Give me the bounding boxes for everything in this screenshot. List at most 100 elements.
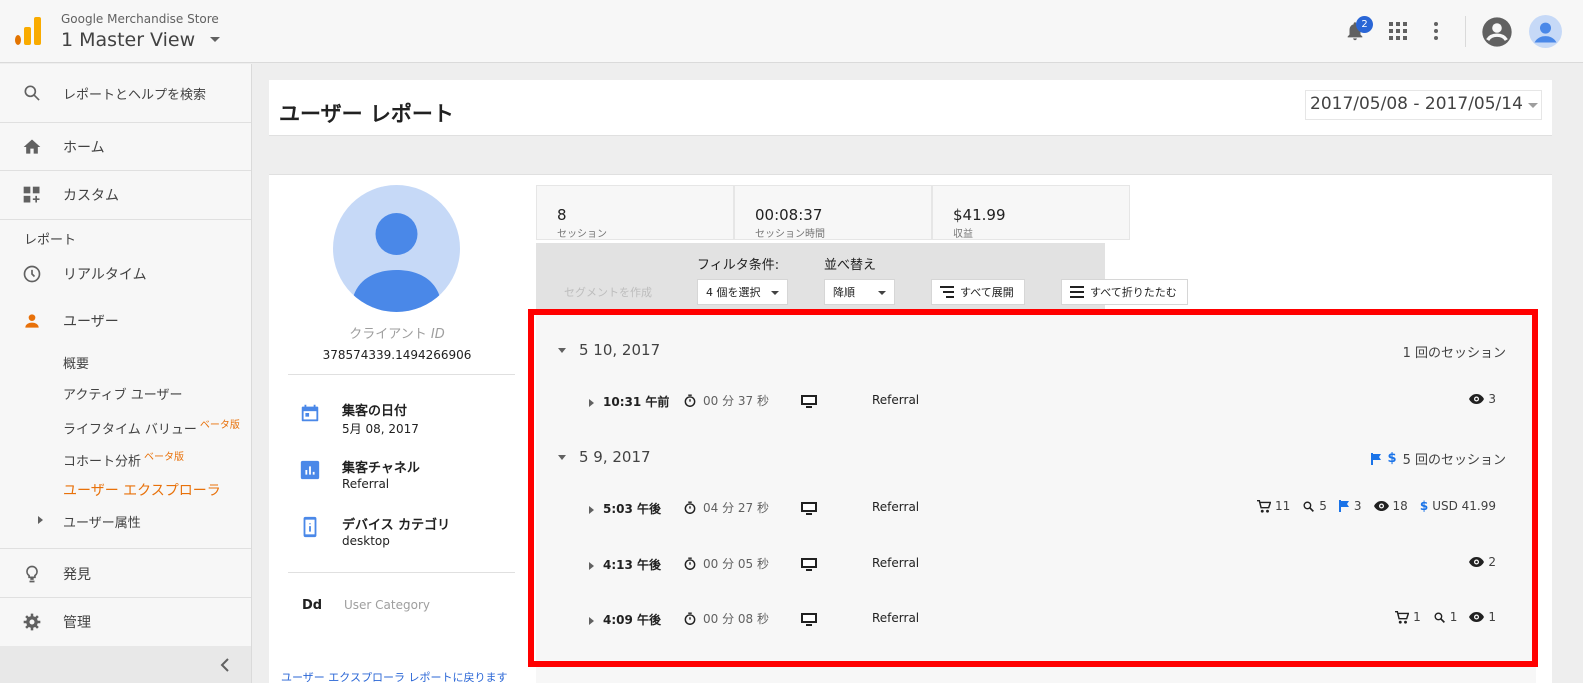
chevron-down-icon — [771, 291, 779, 295]
sidebar: レポートとヘルプを検索 ホーム カスタム レポート リアルタイム ユーザー 概要… — [0, 64, 252, 683]
divider — [0, 122, 251, 123]
account-circle-icon[interactable] — [1481, 16, 1513, 48]
device-category-value: desktop — [342, 534, 390, 548]
sidebar-sub-cohort[interactable]: コホート分析 ベータ版 — [63, 448, 184, 469]
stat-sessions: 8 セッション — [536, 185, 734, 240]
sidebar-sub-lifetime-value[interactable]: ライフタイム バリュー ベータ版 — [63, 416, 240, 437]
sidebar-sub-label: コホート分析 — [63, 454, 142, 470]
notification-count-badge: 2 — [1356, 16, 1373, 33]
stat-value: $41.99 — [953, 206, 1006, 224]
sidebar-sub-user-explorer[interactable]: ユーザー エクスプローラ — [63, 480, 221, 500]
id-label: ID — [430, 327, 445, 342]
beta-badge: ベータ版 — [199, 420, 240, 431]
reports-section-label: レポート — [24, 233, 77, 248]
person-icon — [25, 314, 39, 328]
dd-label: Dd — [302, 598, 323, 613]
create-segment-button[interactable]: セグメントを作成 — [556, 279, 660, 305]
sidebar-item-label: ユーザー — [63, 314, 119, 330]
acquisition-channel-value: Referral — [342, 477, 390, 491]
stat-revenue: $41.99 収益 — [932, 185, 1130, 240]
sidebar-item-label: リアルタイム — [63, 267, 147, 283]
sort-value: 降順 — [833, 286, 855, 299]
collapse-all-button[interactable]: すべて折りたたむ — [1061, 279, 1188, 305]
sidebar-item-label: 管理 — [63, 615, 91, 631]
sidebar-search[interactable]: レポートとヘルプを検索 — [0, 80, 251, 106]
sidebar-sub-active-users[interactable]: アクティブ ユーザー — [63, 384, 182, 403]
chevron-down-icon — [1528, 103, 1538, 108]
sidebar-footer — [0, 646, 251, 683]
clock-icon — [23, 265, 41, 283]
bar-chart-icon — [300, 460, 320, 480]
analytics-logo-icon[interactable] — [15, 17, 41, 45]
sidebar-item-users[interactable]: ユーザー — [0, 308, 251, 334]
stat-session-duration: 00:08:37 セッション時間 — [734, 185, 932, 240]
view-selector[interactable]: 1 Master View — [61, 29, 195, 51]
sidebar-sub-label: ライフタイム バリュー — [63, 422, 197, 438]
report-toolbar-strip — [269, 135, 1552, 175]
divider — [0, 219, 251, 220]
sidebar-item-label: 発見 — [63, 567, 91, 583]
stat-label: 収益 — [953, 229, 973, 240]
top-bar: Google Merchandise Store 1 Master View 2 — [0, 0, 1583, 63]
session-toolbar: セグメントを作成 フィルタ条件: 4 個を選択 並べ替え 降順 すべて展開 すべ… — [536, 243, 1188, 309]
client-label: クライアント — [349, 327, 427, 342]
sidebar-item-custom[interactable]: カスタム — [0, 182, 251, 208]
sidebar-item-home[interactable]: ホーム — [0, 134, 251, 160]
date-range-value: 2017/05/08 - 2017/05/14 — [1310, 94, 1523, 114]
collapse-list-icon — [1070, 286, 1084, 298]
lightbulb-icon — [26, 565, 38, 583]
sidebar-item-admin[interactable]: 管理 — [0, 609, 251, 635]
collapse-all-label: すべて折りたたむ — [1090, 286, 1177, 299]
expand-all-label: すべて展開 — [960, 286, 1014, 299]
sidebar-sub-overview[interactable]: 概要 — [63, 353, 89, 372]
back-to-explorer-link[interactable]: ユーザー エクスプローラ レポートに戻ります — [281, 669, 507, 683]
filter-value: 4 個を選択 — [706, 286, 761, 299]
chevron-right-icon[interactable] — [38, 516, 43, 524]
sort-select[interactable]: 降順 — [824, 279, 895, 305]
divider — [0, 170, 251, 171]
more-options-icon[interactable] — [1434, 22, 1440, 40]
calendar-icon — [301, 404, 319, 422]
sidebar-sub-demographics[interactable]: ユーザー属性 — [63, 512, 141, 531]
home-icon — [23, 139, 41, 154]
stat-label: セッション — [557, 229, 607, 240]
beta-badge: ベータ版 — [144, 452, 185, 463]
divider — [0, 548, 251, 549]
user-category: User Category — [344, 598, 430, 612]
sort-label: 並べ替え — [824, 258, 877, 273]
acquisition-channel-label: 集客チャネル — [342, 461, 420, 476]
person-icon — [351, 213, 442, 312]
filter-select[interactable]: 4 個を選択 — [697, 279, 788, 305]
user-avatar-icon[interactable] — [1529, 15, 1562, 48]
expand-all-button[interactable]: すべて展開 — [931, 279, 1025, 305]
acquisition-date-label: 集客の日付 — [342, 404, 408, 419]
divider — [1465, 16, 1466, 47]
filter-label: フィルタ条件: — [697, 258, 780, 273]
property-name: Google Merchandise Store — [61, 12, 219, 26]
gear-icon — [23, 613, 41, 631]
user-avatar — [333, 185, 460, 312]
sidebar-item-realtime[interactable]: リアルタイム — [0, 261, 251, 287]
stat-value: 8 — [557, 206, 567, 224]
sidebar-item-label: カスタム — [63, 188, 119, 204]
device-category-label: デバイス カテゴリ — [342, 518, 451, 533]
sidebar-item-discover[interactable]: 発見 — [0, 561, 251, 587]
search-placeholder: レポートとヘルプを検索 — [63, 87, 207, 103]
acquisition-date-value: 5月 08, 2017 — [342, 422, 419, 436]
date-range-picker[interactable]: 2017/05/08 - 2017/05/14 — [1305, 90, 1542, 120]
mobile-device-icon — [303, 516, 317, 538]
apps-grid-icon[interactable] — [1389, 22, 1407, 40]
divider — [0, 597, 251, 598]
stat-label: セッション時間 — [755, 229, 825, 240]
chevron-down-icon[interactable] — [210, 37, 220, 42]
page-title: ユーザー レポート — [279, 102, 454, 126]
divider — [288, 572, 515, 573]
client-id-label: クライアント ID — [269, 323, 525, 342]
expand-list-icon — [940, 286, 954, 298]
collapse-sidebar-icon[interactable] — [220, 658, 230, 672]
stat-value: 00:08:37 — [755, 206, 823, 224]
highlight-box — [528, 309, 1538, 667]
dashboard-add-icon — [23, 186, 40, 203]
search-icon — [24, 85, 40, 101]
sidebar-item-label: ホーム — [63, 140, 105, 156]
